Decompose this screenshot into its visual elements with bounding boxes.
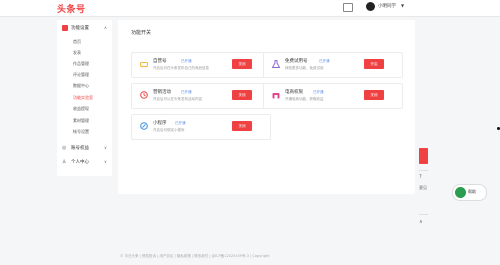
flask-icon — [272, 60, 280, 68]
toggle-button[interactable]: 开启 — [364, 59, 384, 69]
logo[interactable]: 头条号 — [57, 2, 86, 15]
toggle-button[interactable]: 关闭 — [232, 59, 252, 69]
feature-desc: 开通电商功能，获取收益 — [285, 97, 324, 101]
feature-desc: 开启后可绑定小程序 — [153, 128, 185, 132]
status-badge: 已开通 — [175, 121, 186, 125]
sidebar-item-data[interactable]: 数据中心 — [73, 83, 89, 89]
feature-desc: 体验更多功能，免费试用 — [285, 66, 324, 70]
status-badge: 已开通 — [313, 90, 324, 94]
link-icon — [140, 122, 148, 130]
chevron-up-icon: ∧ — [104, 25, 107, 30]
avatar[interactable] — [366, 2, 375, 11]
section-title: 功能开关 — [131, 30, 152, 36]
sidebar-head[interactable]: 功能设置 ∧ — [57, 24, 112, 34]
qrcode-badge[interactable] — [419, 148, 428, 164]
feature-desc: 开启后可以在头条发布活动内容 — [153, 97, 202, 101]
feature-desc: 开启后可在头条发布自己的商品信息 — [153, 66, 209, 70]
user-name[interactable]: 小明同学 — [378, 3, 396, 9]
feature-name: 营销活动 — [153, 90, 171, 95]
car-icon — [140, 62, 148, 68]
sidebar-group-label: 账号权益 — [71, 146, 89, 151]
sidebar-item-account[interactable]: 帐号设置 — [73, 129, 89, 135]
feature-name: 自营号 — [153, 59, 167, 64]
user-icon: ♙ — [62, 159, 67, 165]
sidebar-item-lab[interactable]: 功能实验室 — [73, 95, 93, 101]
back-to-top-icon[interactable]: ∧ — [419, 219, 423, 225]
sidebar: 功能设置 ∧ 首页 发表 作品管理 评论管理 数据中心 功能实验室 收益提现 素… — [57, 20, 112, 176]
help-icon[interactable]: ? — [419, 174, 422, 180]
grid-icon — [62, 25, 68, 31]
status-badge: 已开通 — [181, 90, 192, 94]
sidebar-group-label: 个人中心 — [71, 160, 89, 165]
sidebar-head-label: 功能设置 — [71, 26, 89, 31]
feature-name: 免费试用号 — [285, 59, 308, 64]
sidebar-group-personal[interactable]: ♙ 个人中心 ∨ — [57, 158, 112, 167]
help-bubble-label: 帮助 — [468, 189, 476, 194]
chevron-down-icon: ∨ — [104, 159, 107, 164]
feature-card: 自营号 已开通 开启后可在头条发布自己的商品信息 关闭 — [131, 52, 271, 78]
divider — [419, 214, 428, 215]
sidebar-item-income[interactable]: 收益提现 — [73, 106, 89, 112]
feedback-icon[interactable]: 意见 — [419, 185, 427, 191]
status-badge: 已开通 — [181, 59, 192, 63]
feature-card: 免费试用号 已开通 体验更多功能，免费试用 开启 — [263, 52, 403, 78]
chevron-down-icon[interactable]: ▼ — [401, 3, 404, 8]
top-bar: 头条号 小明同学 ▼ — [0, 0, 500, 17]
sidebar-item-comments[interactable]: 评论管理 — [73, 72, 89, 78]
toggle-button[interactable]: 关闭 — [364, 90, 384, 100]
feature-name: 小程序 — [153, 121, 167, 126]
clock-icon — [140, 91, 148, 99]
toggle-button[interactable]: 关闭 — [232, 90, 252, 100]
sidebar-item-materials[interactable]: 素材管理 — [73, 118, 89, 124]
toggle-button[interactable]: 关闭 — [232, 121, 252, 131]
divider — [419, 170, 428, 171]
help-bubble[interactable]: 帮助 — [452, 184, 487, 201]
sidebar-item-works[interactable]: 作品管理 — [73, 61, 89, 67]
sidebar-group-rights[interactable]: ◎ 账号权益 ∨ — [57, 144, 112, 153]
feature-card: 电商权限 已开通 开通电商功能，获取收益 关闭 — [263, 83, 403, 109]
sidebar-item-home[interactable]: 首页 — [73, 39, 81, 45]
main-panel: 功能开关 自营号 已开通 开启后可在头条发布自己的商品信息 关闭 免费试用号 已… — [118, 20, 415, 194]
chevron-down-icon: ∨ — [104, 145, 107, 150]
feature-card: 小程序 已开通 开启后可绑定小程序 关闭 — [131, 114, 271, 140]
chat-icon — [455, 187, 466, 198]
gift-icon: ◎ — [62, 145, 67, 151]
feature-name: 电商权限 — [285, 90, 303, 95]
footer: © 今日头条 | 侵权投诉 | 用户协议 | 隐私政策 | 联系我们 | 京IC… — [120, 254, 270, 258]
shop-icon — [272, 93, 280, 99]
sidebar-item-publish[interactable]: 发表 — [73, 50, 81, 56]
status-badge: 已开通 — [319, 59, 330, 63]
message-icon[interactable] — [343, 3, 353, 12]
feature-card: 营销活动 已开通 开启后可以在头条发布活动内容 关闭 — [131, 83, 271, 109]
